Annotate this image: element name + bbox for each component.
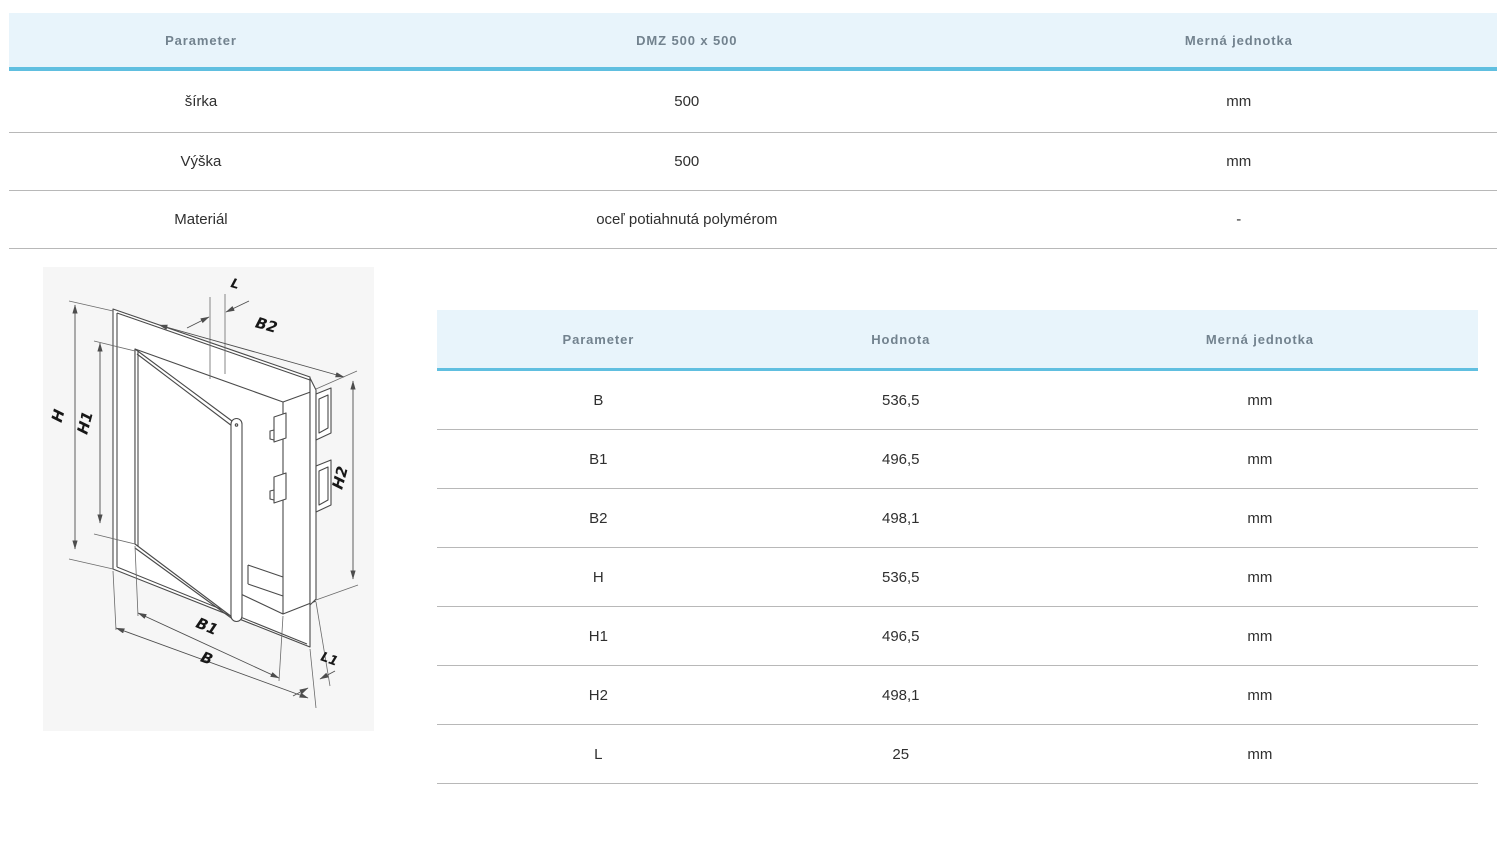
table-row: H2 498,1 mm <box>437 666 1478 725</box>
param-name: šírka <box>9 71 393 132</box>
param-value: 500 <box>393 71 981 132</box>
dim-value: 536,5 <box>760 548 1042 606</box>
dim-value: 496,5 <box>760 430 1042 488</box>
table-row: Výška 500 mm <box>9 133 1497 191</box>
access-door-diagram: L B2 H H1 H2 B1 B L1 <box>43 267 374 731</box>
col-header-unit: Merná jednotka <box>1042 310 1478 368</box>
dim-value: 498,1 <box>760 489 1042 547</box>
dim-label-h: H <box>48 407 69 424</box>
table-row: H 536,5 mm <box>437 548 1478 607</box>
table-row: B2 498,1 mm <box>437 489 1478 548</box>
dim-label-h2: H2 <box>329 464 352 491</box>
dim-name: H1 <box>437 607 760 665</box>
param-name: Materiál <box>9 191 393 248</box>
dim-unit: mm <box>1042 430 1478 488</box>
table-row: B1 496,5 mm <box>437 430 1478 489</box>
dim-label-h1: H1 <box>74 409 97 436</box>
col-header-unit: Merná jednotka <box>981 13 1497 67</box>
table-row: šírka 500 mm <box>9 71 1497 133</box>
table-header-row: Parameter DMZ 500 x 500 Merná jednotka <box>9 13 1497 71</box>
dimensions-table: Parameter Hodnota Merná jednotka B 536,5… <box>437 310 1478 784</box>
table-row: B 536,5 mm <box>437 371 1478 430</box>
table-header-row: Parameter Hodnota Merná jednotka <box>437 310 1478 371</box>
param-value: 500 <box>393 133 981 190</box>
dim-name: B1 <box>437 430 760 488</box>
dim-value: 498,1 <box>760 666 1042 724</box>
product-spec-table: Parameter DMZ 500 x 500 Merná jednotka š… <box>9 13 1497 249</box>
dim-label-b2: B2 <box>253 314 279 337</box>
dim-name: L <box>437 725 760 783</box>
dim-name: B2 <box>437 489 760 547</box>
dim-label-l1: L1 <box>318 650 339 670</box>
param-value: oceľ potiahnutá polymérom <box>393 191 981 248</box>
diagram-panel: L B2 H H1 H2 B1 B L1 <box>43 267 374 731</box>
dim-label-b1: B1 <box>193 614 220 639</box>
param-unit: mm <box>981 133 1497 190</box>
table-row: H1 496,5 mm <box>437 607 1478 666</box>
dim-name: H <box>437 548 760 606</box>
table-row: Materiál oceľ potiahnutá polymérom - <box>9 191 1497 249</box>
dim-name: B <box>437 371 760 429</box>
product-spec-page: { "colors": { "accent_blue": "#60bfe0", … <box>0 0 1506 846</box>
dim-unit: mm <box>1042 489 1478 547</box>
dim-value: 25 <box>760 725 1042 783</box>
dim-unit: mm <box>1042 607 1478 665</box>
dim-value: 496,5 <box>760 607 1042 665</box>
dim-name: H2 <box>437 666 760 724</box>
dim-unit: mm <box>1042 666 1478 724</box>
col-header-value: Hodnota <box>760 310 1042 368</box>
dim-unit: mm <box>1042 725 1478 783</box>
dim-label-b: B <box>198 648 215 669</box>
param-unit: - <box>981 191 1497 248</box>
col-header-parameter: Parameter <box>437 310 760 368</box>
dim-label-l: L <box>229 276 241 293</box>
param-unit: mm <box>981 71 1497 132</box>
dim-unit: mm <box>1042 371 1478 429</box>
col-header-product: DMZ 500 x 500 <box>393 13 981 67</box>
table-row: L 25 mm <box>437 725 1478 784</box>
param-name: Výška <box>9 133 393 190</box>
col-header-parameter: Parameter <box>9 13 393 67</box>
dim-unit: mm <box>1042 548 1478 606</box>
dim-value: 536,5 <box>760 371 1042 429</box>
